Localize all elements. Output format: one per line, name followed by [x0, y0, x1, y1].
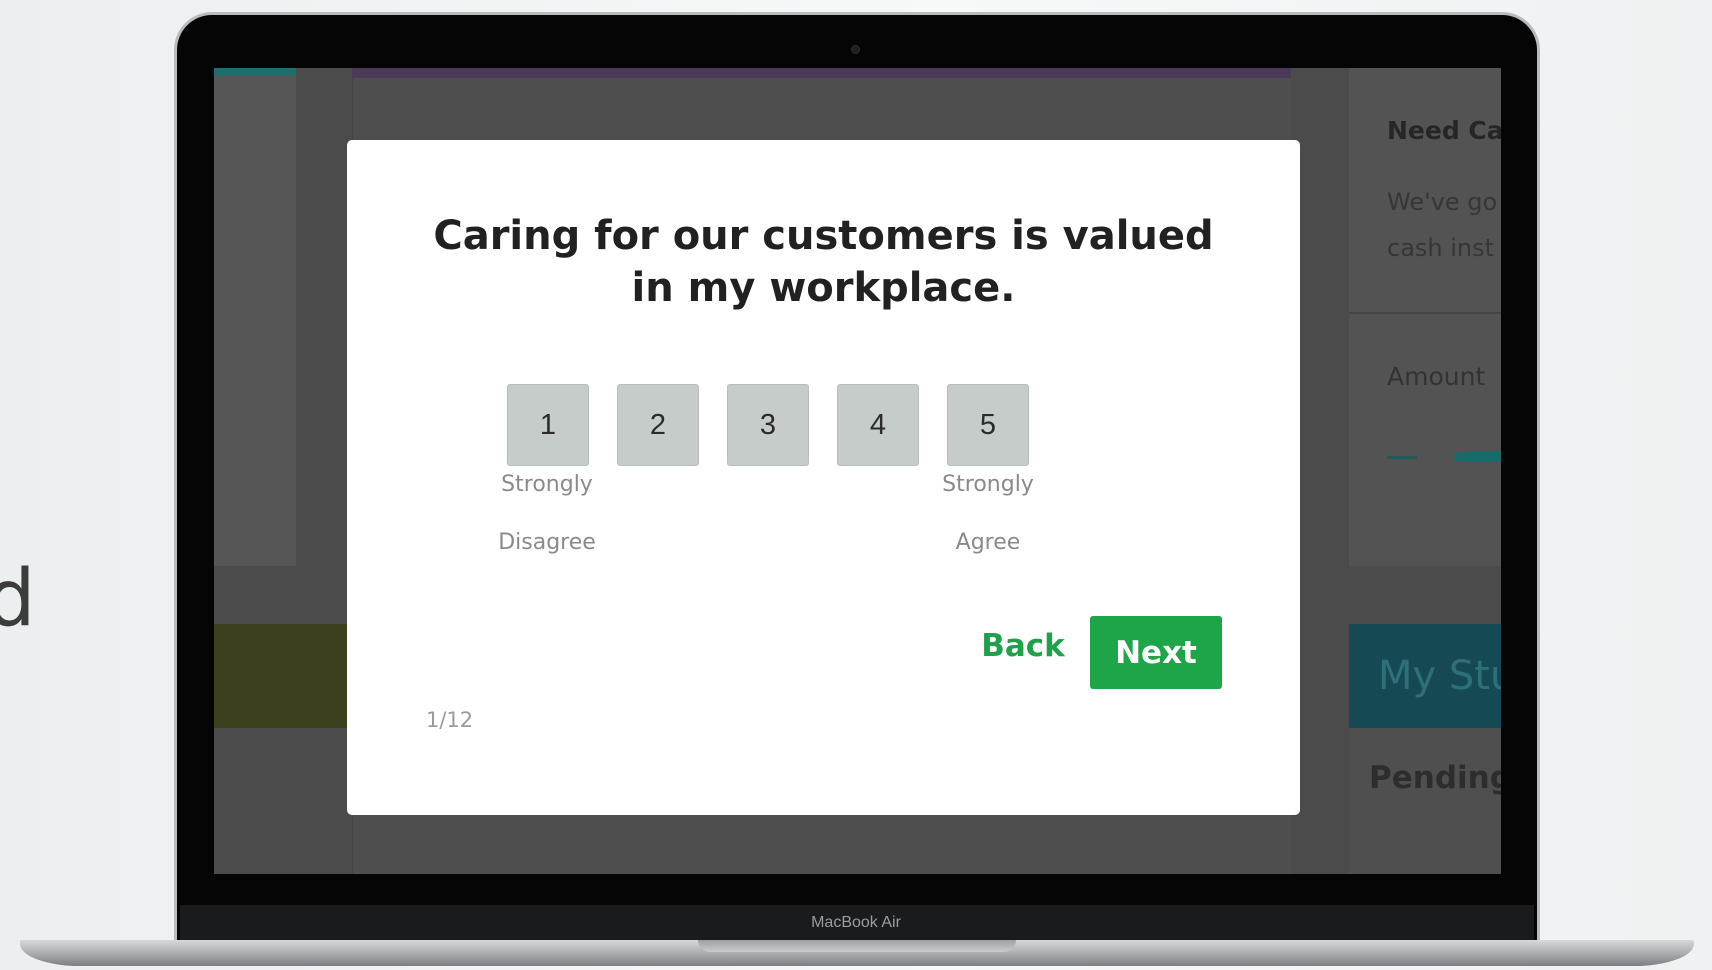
question-progress: 1/12: [426, 708, 474, 732]
background-banner-title: My Stu: [1378, 653, 1501, 699]
background-amount-slider: [1454, 452, 1501, 462]
scale-label-min-bottom: Disagree: [498, 530, 596, 555]
scale-label-min-top: Strongly: [501, 472, 593, 497]
background-pending-section: [1349, 728, 1501, 874]
background-left-panel: [214, 68, 296, 566]
background-slider-minus: [1387, 456, 1417, 459]
background-sidebar-body-line: cash inst: [1387, 234, 1495, 262]
scale-label-max-top: Strongly: [942, 472, 1034, 497]
background-main-accent-bar: [352, 68, 1291, 78]
rating-button-1[interactable]: 1: [507, 384, 589, 466]
background-sidebar-divider: [1349, 312, 1501, 314]
background-left-panel-accent: [214, 68, 296, 76]
rating-button-5[interactable]: 5: [947, 384, 1029, 466]
background-pending-label: Pending I: [1369, 760, 1501, 796]
rating-button-3[interactable]: 3: [727, 384, 809, 466]
background-left-banner: [214, 624, 364, 728]
back-button[interactable]: Back: [963, 616, 1083, 676]
laptop-hinge-notch: [698, 940, 1016, 952]
webcam-icon: [851, 45, 860, 54]
background-page-edge-text: d: [0, 554, 36, 644]
laptop-screen: Need Ca We've go cash inst Amount My Stu…: [214, 68, 1501, 874]
next-button[interactable]: Next: [1090, 616, 1222, 689]
background-sidebar-heading: Need Ca: [1387, 116, 1501, 145]
scale-label-max-bottom: Agree: [955, 530, 1021, 555]
rating-button-4[interactable]: 4: [837, 384, 919, 466]
background-amount-label: Amount: [1387, 362, 1486, 391]
survey-modal: Caring for our customers is valued in my…: [347, 140, 1300, 815]
rating-button-2[interactable]: 2: [617, 384, 699, 466]
background-sidebar-body-line: We've go: [1387, 188, 1498, 216]
survey-question: Caring for our customers is valued in my…: [433, 213, 1214, 311]
device-model-label: MacBook Air: [811, 914, 901, 931]
